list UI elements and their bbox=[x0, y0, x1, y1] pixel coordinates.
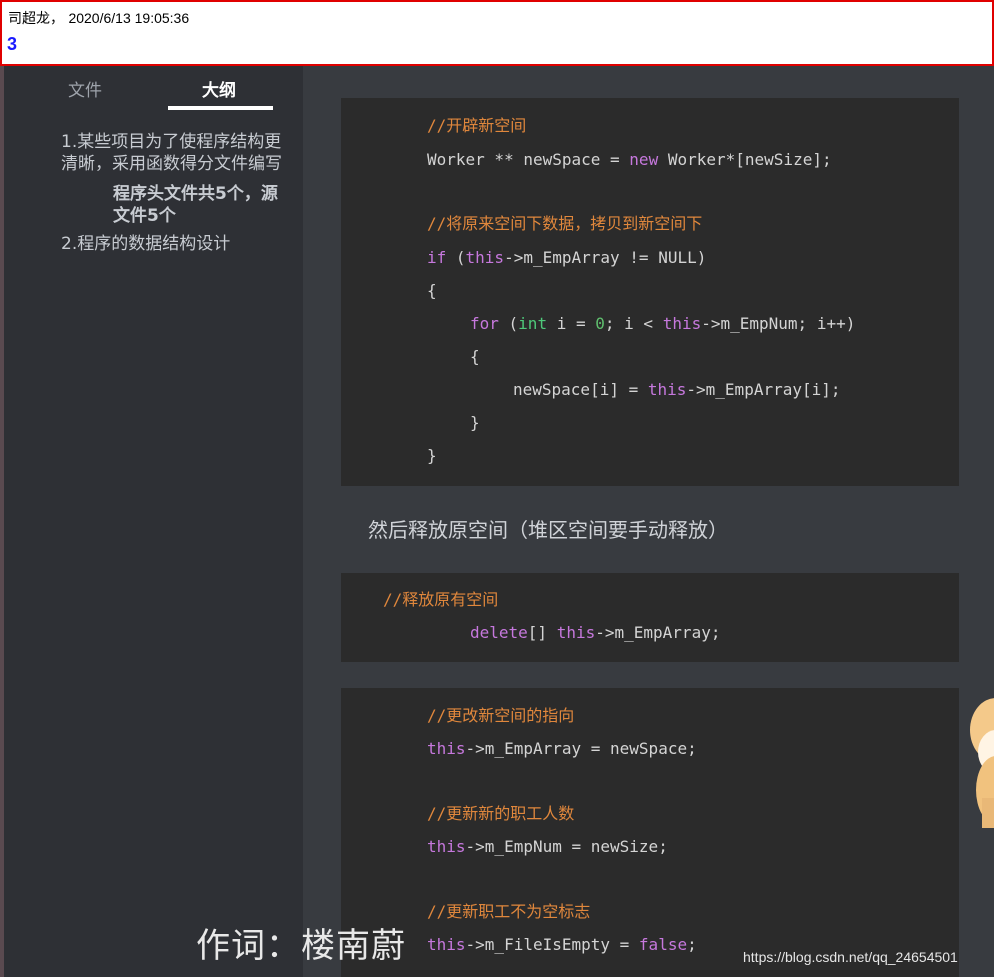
code-keyword: for bbox=[470, 314, 499, 333]
code-line: } bbox=[427, 445, 437, 467]
code-line: if (this->m_EmpArray != NULL) bbox=[427, 247, 706, 269]
code-line: Worker ** newSpace = new Worker*[newSize… bbox=[427, 149, 832, 171]
code-keyword: this bbox=[465, 248, 505, 267]
active-tab-indicator bbox=[168, 106, 273, 110]
code-keyword: if bbox=[427, 248, 447, 267]
code-text: } bbox=[427, 446, 437, 465]
code-text: newSpace[i] = bbox=[513, 380, 648, 399]
code-keyword: this bbox=[556, 623, 596, 642]
code-text: ( bbox=[498, 314, 519, 333]
code-text: ->m_EmpNum; i++) bbox=[701, 314, 856, 333]
code-line: } bbox=[470, 412, 480, 434]
code-text: ->m_EmpArray[i]; bbox=[686, 380, 841, 399]
code-text: Worker*[newSize]; bbox=[658, 150, 832, 169]
code-line: this->m_FileIsEmpty = false; bbox=[427, 934, 697, 956]
outline-item-2[interactable]: 2.程序的数据结构设计 bbox=[61, 233, 283, 255]
code-line: { bbox=[470, 346, 480, 368]
tab-files[interactable]: 文件 bbox=[68, 76, 102, 101]
outline-subitem-1[interactable]: 程序头文件共5个，源文件5个 bbox=[61, 183, 283, 227]
comment-header: 司超龙， 2020/6/13 19:05:36 3 bbox=[0, 0, 994, 66]
code-comment: //开辟新空间 bbox=[427, 116, 527, 135]
code-text: ->m_EmpArray != NULL) bbox=[504, 248, 707, 267]
code-number: 0 bbox=[595, 314, 605, 333]
code-line: //将原来空间下数据，拷贝到新空间下 bbox=[427, 213, 702, 235]
code-text: { bbox=[427, 281, 437, 300]
code-line: { bbox=[427, 280, 437, 302]
code-line: delete[] this->m_EmpArray; bbox=[470, 622, 720, 644]
code-block-2: //释放原有空间 delete[] this->m_EmpArray; bbox=[341, 573, 959, 662]
code-keyword: this bbox=[662, 314, 702, 333]
comment-count: 3 bbox=[7, 34, 18, 54]
code-text: ->m_FileIsEmpty = bbox=[465, 935, 639, 954]
code-line: //更新职工不为空标志 bbox=[427, 901, 590, 923]
tab-outline[interactable]: 大纲 bbox=[202, 76, 236, 101]
code-keyword: false bbox=[638, 935, 688, 954]
code-comment: //释放原有空间 bbox=[383, 590, 499, 609]
paragraph-text: 然后释放原空间（堆区空间要手动释放） bbox=[368, 518, 728, 542]
code-line: //更新新的职工人数 bbox=[427, 803, 574, 825]
comment-meta: 司超龙， 2020/6/13 19:05:36 bbox=[8, 8, 189, 28]
code-type: int bbox=[518, 314, 548, 333]
code-comment: //更改新空间的指向 bbox=[427, 706, 575, 725]
code-line: this->m_EmpArray = newSpace; bbox=[427, 738, 697, 760]
code-comment: //更新新的职工人数 bbox=[427, 804, 575, 823]
code-keyword: this bbox=[647, 380, 687, 399]
code-keyword: this bbox=[427, 935, 466, 954]
code-line: for (int i = 0; i < this->m_EmpNum; i++) bbox=[470, 313, 855, 335]
author-name: 司超龙 bbox=[8, 11, 50, 27]
code-text: i = bbox=[547, 314, 596, 333]
code-comment: //将原来空间下数据，拷贝到新空间下 bbox=[427, 214, 703, 233]
code-text: Worker ** newSpace = bbox=[427, 150, 630, 169]
code-line: newSpace[i] = this->m_EmpArray[i]; bbox=[513, 379, 841, 401]
code-keyword: this bbox=[427, 837, 466, 856]
code-block-1: //开辟新空间 Worker ** newSpace = new Worker*… bbox=[341, 98, 959, 486]
code-line: //释放原有空间 bbox=[383, 589, 498, 611]
code-keyword: new bbox=[629, 150, 659, 169]
code-line: //开辟新空间 bbox=[427, 115, 526, 137]
code-line: this->m_EmpNum = newSize; bbox=[427, 836, 668, 858]
code-comment: //更新职工不为空标志 bbox=[427, 902, 591, 921]
code-text: ->m_EmpArray; bbox=[595, 623, 721, 642]
code-keyword: this bbox=[427, 739, 466, 758]
code-text: ; i < bbox=[604, 314, 663, 333]
code-text: ( bbox=[446, 248, 466, 267]
lyrics-caption: 作词：楼南蔚 bbox=[196, 926, 406, 966]
code-keyword: delete bbox=[470, 623, 528, 642]
outline-list: 1.某些项目为了使程序结构更清晰，采用函数得分文件编写 程序头文件共5个，源文件… bbox=[61, 131, 283, 263]
code-text: { bbox=[470, 347, 480, 366]
code-line: //更改新空间的指向 bbox=[427, 705, 574, 727]
code-text: ->m_EmpNum = newSize; bbox=[465, 837, 668, 856]
meta-separator: ， bbox=[50, 11, 64, 27]
comment-datetime: 2020/6/13 19:05:36 bbox=[68, 10, 190, 26]
code-text: [] bbox=[527, 623, 557, 642]
mascot-icon bbox=[970, 698, 994, 828]
code-block-3: //更改新空间的指向 this->m_EmpArray = newSpace; … bbox=[341, 688, 959, 977]
code-text: ; bbox=[687, 935, 697, 954]
code-text: ->m_EmpArray = newSpace; bbox=[465, 739, 697, 758]
sidebar: 文件 大纲 1.某些项目为了使程序结构更清晰，采用函数得分文件编写 程序头文件共… bbox=[4, 66, 303, 977]
outline-item-1[interactable]: 1.某些项目为了使程序结构更清晰，采用函数得分文件编写 bbox=[61, 131, 283, 175]
source-url: https://blog.csdn.net/qq_24654501 bbox=[743, 949, 958, 965]
code-text: } bbox=[470, 413, 480, 432]
